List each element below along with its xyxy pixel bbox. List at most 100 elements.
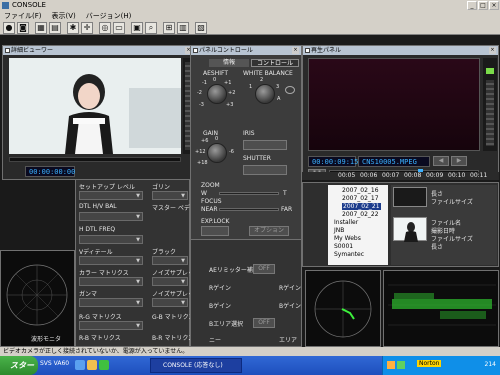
folder-item-selected[interactable]: 2007_02_21: [342, 203, 381, 210]
setting-select[interactable]: ▼: [79, 298, 143, 307]
setting-select[interactable]: ▼: [79, 321, 143, 330]
start-button[interactable]: スタート: [0, 356, 38, 375]
close-icon[interactable]: ×: [489, 47, 496, 54]
timeline-ruler: 00:05 00:06 00:07 00:08 00:09 00:10 00:1…: [302, 172, 499, 180]
camera-video: [9, 58, 181, 154]
clip-thumbnail[interactable]: [393, 187, 427, 207]
folder-item[interactable]: 2007_02_17: [342, 195, 379, 202]
setting-select[interactable]: ▼: [152, 298, 188, 307]
ae-limit-button[interactable]: OFF: [253, 264, 275, 274]
layout-icon[interactable]: ▧: [195, 22, 207, 34]
clip-thumbnail[interactable]: [393, 217, 427, 242]
time-mark: 00:09: [426, 172, 444, 179]
folder-item[interactable]: My Webs: [334, 235, 361, 242]
wb-set-icon[interactable]: [285, 86, 295, 94]
wb-tick: 2: [260, 77, 264, 83]
crosshair-icon[interactable]: ✛: [81, 22, 93, 34]
minimize-button[interactable]: _: [467, 1, 477, 10]
next-clip-button[interactable]: ▶: [451, 156, 467, 166]
folder-item[interactable]: 2007_02_16: [342, 187, 379, 194]
exp-lock-button[interactable]: [201, 226, 229, 236]
setting-select[interactable]: ▼: [152, 277, 188, 286]
setting-select[interactable]: ▼: [79, 191, 143, 200]
media-icon[interactable]: [99, 360, 109, 370]
folder-item[interactable]: Symantec: [334, 251, 364, 258]
shutter-label: SHUTTER: [243, 155, 271, 162]
quick-launch[interactable]: SVS VA60: [40, 360, 69, 367]
gain-tick: +12: [195, 149, 206, 155]
gain-knob[interactable]: [207, 143, 227, 163]
camera-icon[interactable]: ◙: [17, 22, 29, 34]
setting-select[interactable]: ▼: [79, 212, 143, 221]
scope-icon[interactable]: ◎: [99, 22, 111, 34]
grid-view-icon[interactable]: ⊞: [163, 22, 175, 34]
waveform-graphic: [388, 284, 496, 326]
norton-label[interactable]: Norton: [417, 360, 442, 367]
grid-icon[interactable]: ▤: [49, 22, 61, 34]
monitor-icon[interactable]: ▭: [113, 22, 125, 34]
setting-label: エリア: [279, 337, 298, 344]
window-title: CONSOLE: [12, 1, 46, 9]
vectorscope-panel: 波形モニタ: [0, 250, 75, 347]
tab-control[interactable]: コントロール: [251, 59, 299, 67]
time-mark: 00:07: [382, 172, 400, 179]
camera-viewer-titlebar: 詳細ビューワー ×: [3, 46, 194, 55]
setting-label: Bゲイン: [209, 303, 231, 310]
system-tray: Norton 214: [382, 356, 500, 375]
shutter-slider[interactable]: [243, 165, 287, 175]
setting-select[interactable]: ▼: [79, 235, 143, 244]
film-icon[interactable]: ▦: [35, 22, 47, 34]
folder-tree: 2007_02_16 2007_02_17 2007_02_21 2007_02…: [328, 185, 388, 265]
doc-icon[interactable]: ▥: [177, 22, 189, 34]
setting-label: セットアップ レベル: [79, 184, 135, 191]
white-balance-knob[interactable]: [255, 84, 275, 104]
setting-select[interactable]: ▼: [152, 256, 188, 265]
exp-lock-label: EXP.LOCK: [201, 218, 230, 225]
folder-item[interactable]: JNB: [334, 227, 344, 234]
wb-tick: A: [277, 96, 281, 102]
tray-icon[interactable]: [397, 361, 405, 369]
wb-tick: 3: [276, 84, 280, 90]
focus-slider[interactable]: [219, 208, 279, 211]
folder-item[interactable]: S0001: [334, 243, 353, 250]
setting-label: R-G マトリクス: [79, 314, 122, 321]
camera-timecode: 00:00:00:00: [25, 166, 75, 177]
menu-file[interactable]: ファイル(F): [4, 11, 42, 21]
aeshift-tick: -2: [197, 90, 202, 96]
waveform-label: 波形モニタ: [31, 336, 62, 343]
thumb-info: ファイルサイズ: [431, 199, 473, 206]
panel-icon[interactable]: ▣: [131, 22, 143, 34]
menu-view[interactable]: 表示(V): [52, 11, 76, 21]
setting-select[interactable]: ▼: [152, 191, 188, 200]
close-icon[interactable]: ×: [292, 47, 299, 54]
gear-icon[interactable]: ✱: [67, 22, 79, 34]
bottom-vectorscope: [305, 270, 381, 347]
zoom-slider[interactable]: [219, 192, 279, 195]
maximize-button[interactable]: □: [478, 1, 488, 10]
folder-item[interactable]: Installer: [334, 219, 358, 226]
aeshift-knob[interactable]: [207, 84, 227, 104]
menu-version[interactable]: バージョン(H): [86, 11, 132, 21]
aeshift-tick: +3: [226, 102, 234, 108]
focus-label: FOCUS: [201, 198, 222, 205]
tab-info[interactable]: 情報: [209, 59, 249, 67]
iris-slider[interactable]: [243, 140, 287, 150]
task-console[interactable]: CONSOLE (応答なし): [150, 358, 242, 373]
aeshift-tick: 0: [213, 77, 217, 83]
folder-item[interactable]: 2007_02_22: [342, 211, 379, 218]
setting-select[interactable]: ▼: [79, 256, 143, 265]
settings-panel-right: AEリミッター補正 OFF Rゲイン Bゲイン Bエリア選択 OFF ニー Rゲ…: [190, 238, 302, 347]
close-button[interactable]: ×: [489, 1, 499, 10]
thumb-info: 長さ: [431, 244, 444, 251]
option-button[interactable]: オプション: [249, 226, 289, 236]
camera-viewer-title: 詳細ビューワー: [11, 47, 54, 54]
area-select-button[interactable]: OFF: [253, 318, 275, 328]
search-icon[interactable]: ⌕: [145, 22, 157, 34]
white-balance-label: WHITE BALANCE: [243, 70, 293, 77]
browser-icon[interactable]: [75, 360, 85, 370]
setting-select[interactable]: ▼: [79, 277, 143, 286]
record-icon[interactable]: ●: [3, 22, 15, 34]
prev-clip-button[interactable]: ◀: [433, 156, 449, 166]
folder-icon[interactable]: [87, 360, 97, 370]
tray-icon[interactable]: [387, 361, 395, 369]
